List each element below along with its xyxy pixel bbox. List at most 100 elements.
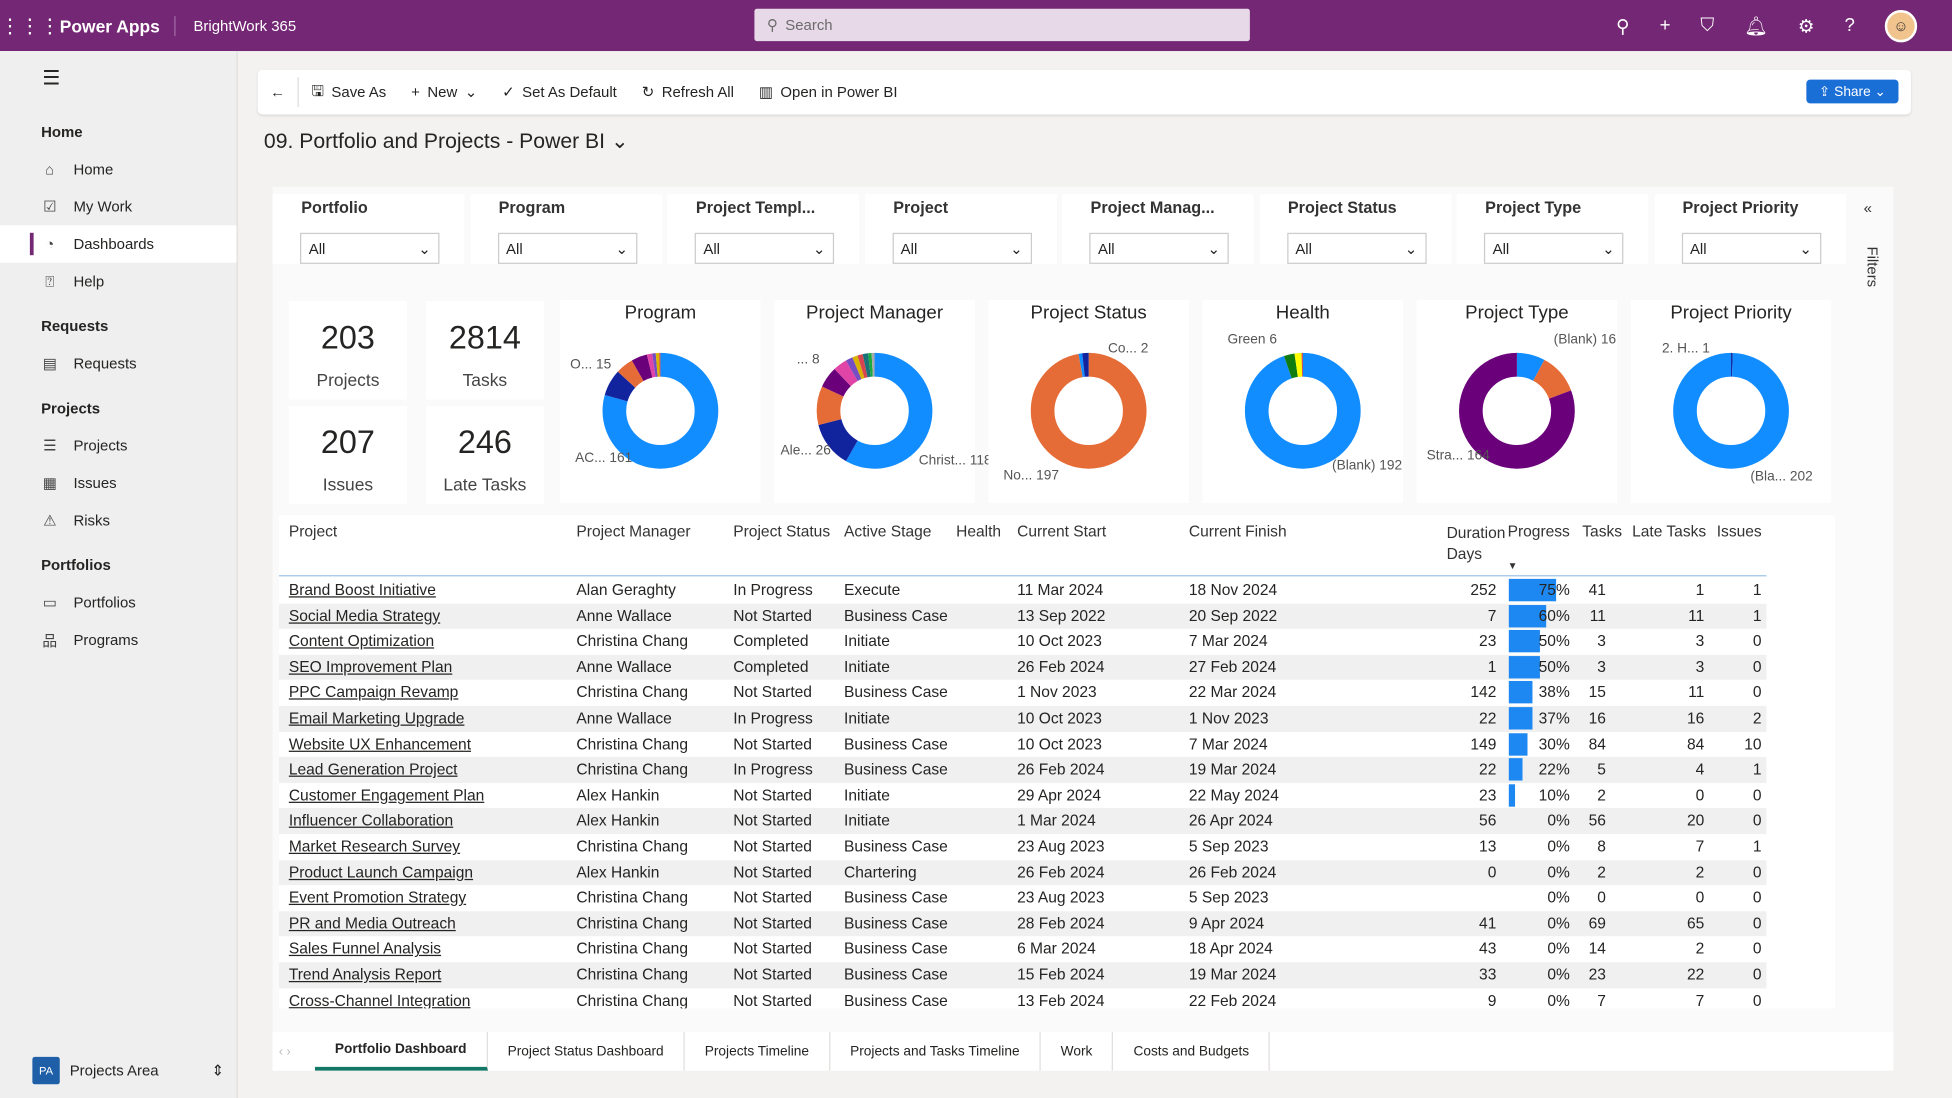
column-header-progress[interactable]: Progress: [1508, 523, 1570, 540]
column-header-issues[interactable]: Issues: [1717, 523, 1762, 540]
column-header-project-manager[interactable]: Project Manager: [576, 523, 690, 540]
donut-chart-project-type[interactable]: Project Type: [1416, 300, 1618, 503]
project-link[interactable]: Sales Funnel Analysis: [289, 940, 441, 957]
table-row[interactable]: SEO Improvement Plan Anne Wallace Complete…: [278, 654, 1767, 681]
project-link[interactable]: Trend Analysis Report: [289, 966, 442, 983]
table-row[interactable]: Brand Boost Initiative Alan Geraghty In Pr…: [279, 578, 1767, 604]
slicer-dropdown[interactable]: All ⌄: [1286, 232, 1427, 264]
bell-icon[interactable]: 🔔︎: [1744, 14, 1768, 37]
collapse-icon[interactable]: «: [1864, 199, 1891, 216]
column-header-active-stage[interactable]: Active Stage: [844, 523, 931, 540]
table-row[interactable]: PPC Campaign Revamp Christina Chang Not St…: [279, 680, 1767, 706]
project-link[interactable]: Website UX Enhancement: [289, 735, 471, 752]
column-header-late-tasks[interactable]: Late Tasks: [1632, 523, 1706, 540]
table-row[interactable]: Event Promotion Strategy Christina Chang N…: [279, 885, 1767, 911]
project-link[interactable]: Lead Generation Project: [289, 761, 458, 778]
donut-slice[interactable]: [1673, 352, 1789, 469]
table-row[interactable]: Lead Generation Project Christina Chang In…: [278, 757, 1767, 783]
project-link[interactable]: Market Research Survey: [289, 838, 460, 855]
help-icon[interactable]: ?: [1845, 15, 1855, 36]
sidebar-item-projects[interactable]: ☰ Projects: [0, 427, 237, 464]
project-link[interactable]: Social Media Strategy: [289, 607, 440, 624]
search-icon[interactable]: ⚲: [1616, 14, 1630, 37]
donut-chart-program[interactable]: Program: [560, 300, 761, 503]
set-default-button[interactable]: ✓ Set As Default: [490, 70, 630, 115]
project-link[interactable]: Product Launch Campaign: [289, 863, 473, 880]
page-title[interactable]: 09. Portfolio and Projects - Power BI ⌄: [264, 129, 629, 154]
chevron-down-icon[interactable]: ⌄: [465, 83, 478, 100]
app-launcher-icon[interactable]: ⋮⋮⋮: [0, 13, 60, 38]
column-header-project-status[interactable]: Project Status: [733, 523, 830, 540]
plus-icon[interactable]: +: [1660, 15, 1671, 36]
slicer-dropdown[interactable]: All ⌄: [694, 232, 835, 264]
table-row[interactable]: Cross-Channel Integration Christina Chang…: [279, 988, 1767, 1009]
filters-pane[interactable]: «Filters: [1864, 199, 1891, 287]
hamburger-icon[interactable]: ☰: [0, 51, 237, 106]
project-link[interactable]: SEO Improvement Plan: [289, 658, 452, 675]
search-input[interactable]: ⚲ Search: [754, 8, 1250, 42]
project-link[interactable]: Event Promotion Strategy: [289, 889, 466, 906]
back-button[interactable]: ←: [258, 70, 298, 115]
slicer-dropdown[interactable]: All ⌄: [1089, 232, 1229, 264]
sidebar-item-issues[interactable]: ▦ Issues: [0, 464, 237, 501]
project-link[interactable]: Brand Boost Initiative: [289, 581, 436, 598]
table-row[interactable]: Market Research Survey Christina Chang Not…: [279, 834, 1767, 860]
table-row[interactable]: Website UX Enhancement Christina Chang Not…: [279, 731, 1767, 757]
table-row[interactable]: Trend Analysis Report Christina Chang Not …: [278, 962, 1767, 988]
table-row[interactable]: Sales Funnel Analysis Christina Chang Not …: [279, 937, 1767, 963]
table-row[interactable]: Content Optimization Christina Chang Compl…: [279, 629, 1767, 655]
donut-slice[interactable]: [1030, 352, 1147, 469]
sidebar-item-dashboards[interactable]: ◔ Dashboards: [0, 225, 237, 263]
tab-projects-and-tasks-timeline[interactable]: Projects and Tasks Timeline: [830, 1032, 1041, 1071]
app-name[interactable]: Power Apps: [50, 15, 177, 36]
donut-chart-project-manager[interactable]: Project Manager: [774, 300, 975, 503]
project-link[interactable]: Cross-Channel Integration: [289, 992, 471, 1009]
slicer-dropdown[interactable]: All ⌄: [300, 232, 440, 264]
tab-projects-timeline[interactable]: Projects Timeline: [685, 1032, 831, 1071]
table-row[interactable]: PR and Media Outreach Christina Chang Not …: [278, 911, 1767, 937]
save-as-button[interactable]: 🖫 Save As: [299, 70, 399, 115]
table-row[interactable]: Customer Engagement Plan Alex Hankin Not S…: [279, 783, 1767, 809]
share-button[interactable]: ⇪ Share ⌄: [1806, 79, 1899, 104]
column-header-health[interactable]: Health: [956, 523, 1001, 540]
sidebar-item-help[interactable]: ⍰ Help: [0, 263, 237, 300]
column-header-tasks[interactable]: Tasks: [1582, 523, 1622, 540]
sidebar-item-home[interactable]: ⌂ Home: [0, 151, 237, 188]
table-row[interactable]: Email Marketing Upgrade Anne Wallace In Pr…: [278, 705, 1767, 732]
column-header-duration-days[interactable]: Duration Days: [1447, 523, 1512, 565]
sort-desc-icon[interactable]: ▼: [1508, 560, 1518, 571]
tab-costs-and-budgets[interactable]: Costs and Budgets: [1114, 1032, 1271, 1071]
project-link[interactable]: PR and Media Outreach: [289, 915, 456, 932]
sidebar-item-portfolios[interactable]: ▭ Portfolios: [0, 584, 237, 621]
column-header-project[interactable]: Project: [289, 523, 337, 540]
refresh-all-button[interactable]: ↻ Refresh All: [629, 70, 746, 115]
table-row[interactable]: Social Media Strategy Anne Wallace Not Sta…: [278, 603, 1767, 629]
project-link[interactable]: Content Optimization: [289, 633, 434, 650]
column-header-current-finish[interactable]: Current Finish: [1189, 523, 1287, 540]
gear-icon[interactable]: ⚙: [1798, 14, 1815, 37]
avatar[interactable]: ☺: [1884, 9, 1918, 42]
sidebar-item-programs[interactable]: 品 Programs: [0, 621, 237, 658]
new-button[interactable]: + New ⌄: [399, 70, 490, 115]
project-link[interactable]: Customer Engagement Plan: [289, 787, 484, 804]
sidebar-item-risks[interactable]: ⚠ Risks: [0, 502, 237, 539]
slicer-dropdown[interactable]: All ⌄: [1483, 232, 1624, 264]
area-switcher[interactable]: PA Projects Area ⇕: [32, 1053, 224, 1088]
slicer-dropdown[interactable]: All ⌄: [1681, 232, 1821, 264]
filter-icon[interactable]: ⛉: [1700, 15, 1714, 36]
slicer-dropdown[interactable]: All ⌄: [891, 232, 1032, 264]
project-link[interactable]: Influencer Collaboration: [289, 812, 453, 829]
donut-slice[interactable]: [1244, 352, 1361, 469]
project-link[interactable]: PPC Campaign Revamp: [289, 684, 459, 701]
sidebar-item-requests[interactable]: ▤ Requests: [0, 345, 237, 382]
table-row[interactable]: Influencer Collaboration Alex Hankin Not S…: [278, 808, 1767, 834]
open-powerbi-button[interactable]: ▥ Open in Power BI: [746, 70, 910, 115]
sidebar-item-my-work[interactable]: ☑ My Work: [0, 188, 237, 225]
table-row[interactable]: Product Launch Campaign Alex Hankin Not St…: [278, 859, 1767, 886]
column-header-current-start[interactable]: Current Start: [1017, 523, 1106, 540]
tab-project-status-dashboard[interactable]: Project Status Dashboard: [488, 1032, 685, 1071]
slicer-dropdown[interactable]: All ⌄: [497, 232, 637, 264]
tab-nav-arrows[interactable]: ‹ ›: [279, 1046, 291, 1060]
tab-portfolio-dashboard[interactable]: Portfolio Dashboard: [314, 1032, 488, 1071]
tab-work[interactable]: Work: [1041, 1032, 1114, 1071]
